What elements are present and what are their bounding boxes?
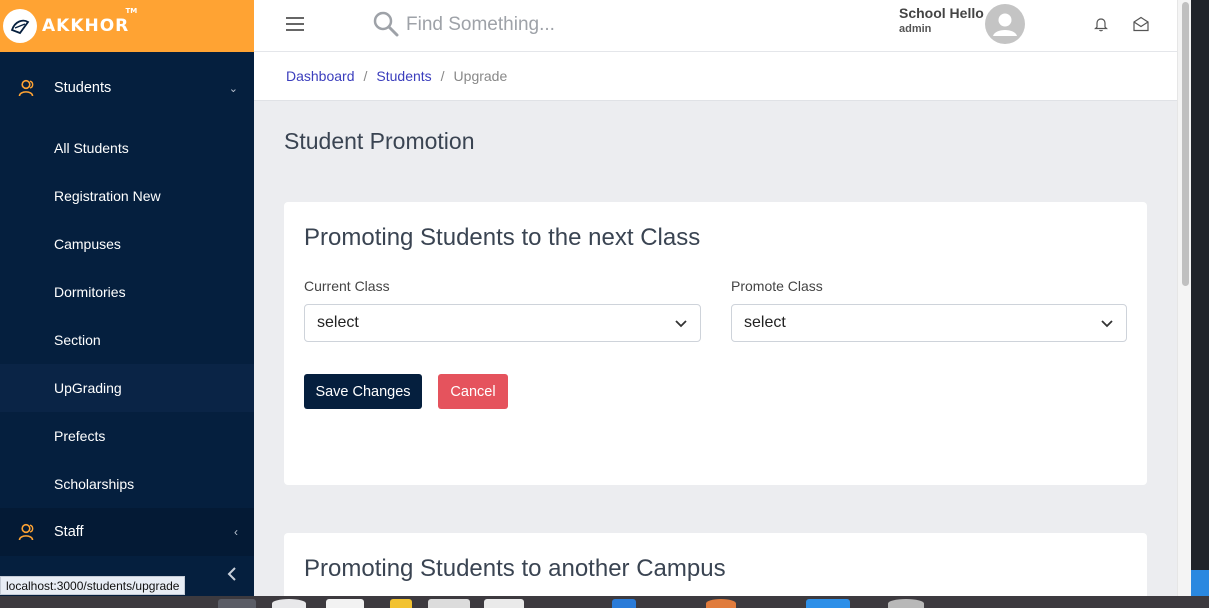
background-window-accent (1191, 570, 1209, 596)
sidebar-item-label: All Students (54, 140, 129, 156)
brand-name-text: AKKHOR (42, 16, 130, 36)
dock-app-icon[interactable] (218, 599, 256, 608)
sidebar-item-label: Staff (54, 524, 84, 540)
sidebar-item-staff[interactable]: Staff ‹ (0, 508, 254, 556)
breadcrumb-students[interactable]: Students (376, 68, 431, 84)
current-class-select[interactable]: select (304, 304, 701, 342)
dock (0, 596, 1209, 608)
search-icon[interactable] (372, 10, 400, 38)
sidebar-item-label: Registration New (54, 188, 161, 204)
bell-icon[interactable] (1093, 16, 1109, 32)
breadcrumb-separator: / (440, 68, 445, 84)
dock-app-icon[interactable] (888, 599, 924, 608)
dock-app-icon[interactable] (272, 599, 306, 608)
scrollbar-thumb[interactable] (1182, 2, 1189, 286)
dock-app-icon[interactable] (326, 599, 364, 608)
hamburger-menu-icon[interactable] (286, 17, 304, 31)
users-icon (18, 523, 34, 541)
breadcrumb-current: Upgrade (453, 68, 508, 84)
sidebar-item-label: UpGrading (54, 380, 122, 396)
chevron-down-icon (675, 320, 687, 328)
chevron-down-icon (1101, 320, 1113, 328)
envelope-icon[interactable] (1132, 16, 1150, 32)
dock-app-icon[interactable] (806, 599, 850, 608)
brand-trademark: TM (125, 7, 138, 15)
sidebar: AKKHOR TM Students ⌄ All Students Regist… (0, 0, 254, 596)
background-window-edge (1191, 0, 1209, 608)
sidebar-item-upgrading[interactable]: UpGrading (0, 364, 254, 412)
logo-icon (3, 9, 37, 43)
sidebar-item-label: Dormitories (54, 284, 126, 300)
promote-class-value: select (744, 314, 786, 331)
promotion-card-campus: Promoting Students to another Campus (284, 533, 1147, 596)
sidebar-nav: Students ⌄ All Students Registration New… (0, 52, 254, 556)
main-content: Student Promotion Promoting Students to … (254, 101, 1177, 596)
collapse-sidebar-icon[interactable] (224, 566, 240, 582)
user-name[interactable]: School Hello (899, 5, 984, 21)
breadcrumb: Dashboard / Students / Upgrade (254, 52, 1177, 101)
brand-name: AKKHOR TM (42, 7, 137, 36)
avatar[interactable] (985, 4, 1025, 44)
promote-class-select[interactable]: select (731, 304, 1127, 342)
sidebar-item-dormitories[interactable]: Dormitories (0, 268, 254, 316)
top-header: School Hello admin (254, 0, 1177, 52)
brand-header[interactable]: AKKHOR TM (0, 0, 254, 52)
page-title: Student Promotion (284, 128, 475, 154)
sidebar-item-label: Students (54, 80, 112, 96)
current-class-value: select (317, 314, 359, 331)
dock-app-icon[interactable] (706, 599, 736, 608)
sidebar-item-all-students[interactable]: All Students (0, 124, 254, 172)
breadcrumb-separator: / (363, 68, 368, 84)
sidebar-item-label: Campuses (54, 236, 121, 252)
sidebar-item-prefects[interactable]: Prefects (0, 412, 254, 460)
user-avatar-icon (993, 13, 1017, 36)
status-url: localhost:3000/students/upgrade (0, 576, 186, 595)
sidebar-item-campuses[interactable]: Campuses (0, 220, 254, 268)
chevron-down-icon: ⌄ (228, 82, 238, 95)
sidebar-item-students[interactable]: Students ⌄ (0, 52, 254, 124)
sidebar-item-label: Section (54, 332, 101, 348)
breadcrumb-dashboard[interactable]: Dashboard (286, 68, 355, 84)
search-input[interactable] (406, 12, 666, 38)
card-title: Promoting Students to another Campus (304, 555, 726, 582)
user-role: admin (899, 23, 932, 35)
save-button[interactable]: Save Changes (304, 374, 422, 409)
sidebar-item-scholarships[interactable]: Scholarships (0, 460, 254, 508)
cancel-button[interactable]: Cancel (438, 374, 508, 409)
promote-class-label: Promote Class (731, 278, 823, 294)
dock-app-icon[interactable] (428, 599, 470, 608)
sidebar-item-label: Prefects (54, 428, 106, 444)
sidebar-item-registration-new[interactable]: Registration New (0, 172, 254, 220)
dock-app-icon[interactable] (612, 599, 636, 608)
chevron-left-icon: ‹ (234, 525, 238, 539)
current-class-label: Current Class (304, 278, 390, 294)
dock-app-icon[interactable] (390, 599, 412, 608)
promotion-card-class: Promoting Students to the next Class Cur… (284, 202, 1147, 485)
dock-app-icon[interactable] (484, 599, 524, 608)
users-icon (18, 79, 34, 97)
sidebar-item-label: Scholarships (54, 476, 135, 492)
sidebar-item-section[interactable]: Section (0, 316, 254, 364)
page-scrollbar[interactable] (1177, 0, 1191, 596)
card-title: Promoting Students to the next Class (304, 224, 701, 251)
